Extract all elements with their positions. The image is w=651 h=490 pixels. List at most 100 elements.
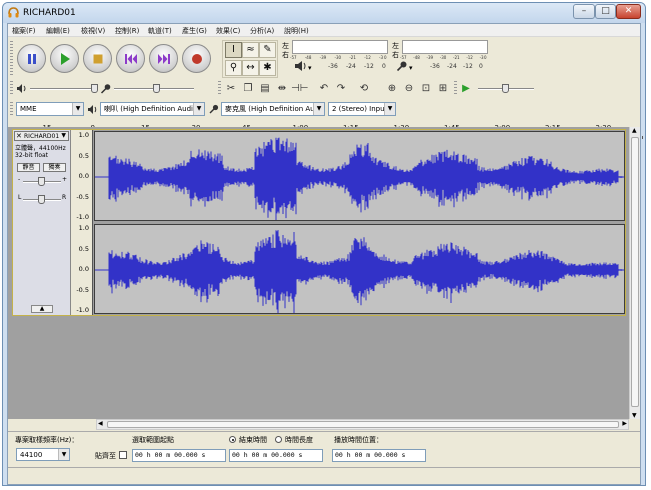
audio-host-select[interactable]: MME ▼ bbox=[16, 102, 84, 116]
skip-to-end-button[interactable] bbox=[149, 44, 178, 73]
fit-project-button[interactable]: ⊞ bbox=[435, 81, 451, 96]
project-rate-select[interactable]: 44100 ▼ bbox=[16, 448, 70, 461]
menu-help[interactable]: 說明(H) bbox=[284, 26, 309, 36]
sync-lock-button[interactable]: ⟲ bbox=[356, 81, 372, 96]
track-control-panel: ✕ RICHARD01 ▼ 立體聲，44100Hz 32-bit float 靜… bbox=[13, 130, 71, 315]
left-channel-waveform[interactable] bbox=[94, 131, 625, 221]
selection-tool[interactable]: I bbox=[225, 42, 242, 58]
play-button[interactable] bbox=[50, 44, 79, 73]
meter-toolbar: 左 右 左 右 ▾ -36 -24 -12 0 ▾ -36 -24 -12 0 … bbox=[280, 40, 490, 78]
envelope-tool[interactable]: ≈ bbox=[242, 42, 259, 58]
play-at-speed-button[interactable]: ▶ bbox=[458, 81, 474, 96]
track-format-info: 立體聲，44100Hz bbox=[15, 145, 66, 152]
output-volume-thumb[interactable] bbox=[91, 84, 98, 93]
menu-generate[interactable]: 產生(G) bbox=[182, 26, 207, 36]
track-menu-chevron-icon[interactable]: ▼ bbox=[61, 132, 66, 139]
fit-selection-button[interactable]: ⊡ bbox=[418, 81, 434, 96]
cut-button[interactable]: ✂ bbox=[223, 81, 239, 96]
track-header: ✕ RICHARD01 ▼ bbox=[14, 131, 69, 141]
output-device-select[interactable]: 喇叭 (High Definition Audio ▼ bbox=[100, 102, 205, 116]
menu-edit[interactable]: 編輯(E) bbox=[46, 26, 70, 36]
output-volume-slider[interactable] bbox=[30, 88, 98, 90]
pause-button[interactable] bbox=[17, 44, 46, 73]
skip-to-start-button[interactable] bbox=[116, 44, 145, 73]
playback-meter-dropdown[interactable]: ▾ bbox=[308, 64, 312, 72]
toolbar-area: I ≈ ✎ ⚲ ↔ ✱ 左 右 左 右 ▾ -36 -24 -12 0 ▾ -3… bbox=[8, 38, 643, 140]
audio-track[interactable]: ✕ RICHARD01 ▼ 立體聲，44100Hz 32-bit float 靜… bbox=[12, 129, 626, 316]
stop-button[interactable] bbox=[83, 44, 112, 73]
input-volume-icon bbox=[100, 84, 111, 94]
playback-meter[interactable] bbox=[292, 40, 388, 54]
toolbar-grip[interactable] bbox=[10, 102, 13, 116]
redo-button[interactable]: ↷ bbox=[333, 81, 349, 96]
envelope-icon: ≈ bbox=[246, 44, 255, 55]
vertical-scrollbar[interactable]: ▲ ▼ bbox=[629, 127, 640, 419]
track-vertical-ruler[interactable]: 1.0 0.5 0.0 -0.5 -1.0 1.0 0.5 0.0 -0.5 -1.0 bbox=[71, 130, 93, 315]
meter-scale-label: -21 bbox=[349, 55, 356, 60]
app-window: RICHARD01 – □ ✕ 檔案(F) 編輯(E) 檢視(V) 控制(R) … bbox=[2, 2, 646, 486]
multi-tool[interactable]: ✱ bbox=[259, 60, 276, 76]
pencil-icon: ✎ bbox=[263, 44, 272, 55]
input-volume-thumb[interactable] bbox=[153, 84, 160, 93]
paste-button[interactable]: ▤ bbox=[257, 81, 273, 96]
toolbar-grip[interactable] bbox=[218, 81, 221, 96]
solo-button[interactable]: 獨奏 bbox=[43, 163, 66, 172]
zoom-in-icon: ⊕ bbox=[387, 83, 397, 94]
track-name[interactable]: RICHARD01 bbox=[24, 133, 59, 140]
menu-control[interactable]: 控制(R) bbox=[115, 26, 139, 36]
collapse-track-button[interactable]: ▲ bbox=[31, 305, 53, 313]
copy-button[interactable]: ❐ bbox=[240, 81, 256, 96]
zoom-in-button[interactable]: ⊕ bbox=[384, 81, 400, 96]
record-meter[interactable] bbox=[402, 40, 488, 54]
scroll-up-icon[interactable]: ▲ bbox=[632, 127, 637, 134]
scroll-down-icon[interactable]: ▼ bbox=[632, 412, 637, 419]
menu-effect[interactable]: 效果(C) bbox=[216, 26, 240, 36]
menu-analyze[interactable]: 分析(A) bbox=[250, 26, 274, 36]
right-channel-waveform[interactable] bbox=[94, 224, 625, 314]
trim-button[interactable]: ⇹ bbox=[274, 81, 290, 96]
maximize-button[interactable]: □ bbox=[595, 4, 616, 19]
horizontal-scroll-thumb[interactable] bbox=[107, 421, 619, 428]
selection-end-time[interactable]: 00 h 00 m 00.000 s bbox=[229, 449, 323, 462]
play-speed-thumb[interactable] bbox=[502, 84, 509, 93]
chevron-up-icon: ▲ bbox=[39, 305, 45, 312]
silence-button[interactable]: ⊣⊢ bbox=[291, 81, 308, 96]
draw-tool[interactable]: ✎ bbox=[259, 42, 276, 58]
meter-scale-label: 0 bbox=[484, 55, 487, 60]
gain-thumb[interactable] bbox=[38, 177, 45, 186]
toolbar-grip[interactable] bbox=[10, 81, 13, 96]
input-device-select[interactable]: 麥克風 (High Definition Au ▼ bbox=[221, 102, 325, 116]
horizontal-scrollbar[interactable]: ◀ ▶ bbox=[96, 419, 629, 430]
timeshift-tool[interactable]: ↔ bbox=[242, 60, 259, 76]
record-meter-dropdown[interactable]: ▾ bbox=[409, 64, 413, 72]
cut-icon: ✂ bbox=[226, 83, 236, 94]
pan-thumb[interactable] bbox=[38, 195, 45, 204]
length-radio[interactable] bbox=[275, 436, 282, 443]
mute-button[interactable]: 靜音 bbox=[17, 163, 40, 172]
menu-view[interactable]: 檢視(V) bbox=[81, 26, 105, 36]
record-button[interactable] bbox=[182, 44, 211, 73]
out-scale-2: -24 bbox=[346, 63, 356, 70]
close-track-icon[interactable]: ✕ bbox=[16, 132, 22, 140]
scroll-right-icon[interactable]: ▶ bbox=[622, 420, 627, 427]
minimize-button[interactable]: – bbox=[573, 4, 595, 19]
zoom-tool[interactable]: ⚲ bbox=[225, 60, 242, 76]
toolbar-grip[interactable] bbox=[454, 81, 457, 96]
close-button[interactable]: ✕ bbox=[616, 4, 641, 19]
zoom-out-button[interactable]: ⊖ bbox=[401, 81, 417, 96]
selection-start-time[interactable]: 00 h 00 m 00.000 s bbox=[132, 449, 226, 462]
menu-file[interactable]: 檔案(F) bbox=[12, 26, 36, 36]
toolbar-grip[interactable] bbox=[10, 41, 13, 75]
vertical-scroll-thumb[interactable] bbox=[631, 137, 639, 407]
audio-position-time[interactable]: 00 h 00 m 00.000 s bbox=[332, 449, 426, 462]
input-channels-select[interactable]: 2 (Stereo) Inpu ▼ bbox=[328, 102, 396, 116]
title-bar[interactable]: RICHARD01 – □ ✕ bbox=[3, 3, 645, 23]
end-time-radio[interactable] bbox=[229, 436, 236, 443]
snap-to-checkbox[interactable] bbox=[119, 451, 127, 459]
scroll-left-icon[interactable]: ◀ bbox=[98, 420, 103, 427]
play-icon: ▶ bbox=[462, 83, 470, 94]
undo-button[interactable]: ↶ bbox=[316, 81, 332, 96]
menu-bar: 檔案(F) 編輯(E) 檢視(V) 控制(R) 軌道(T) 產生(G) 效果(C… bbox=[8, 24, 640, 37]
track-area[interactable]: ✕ RICHARD01 ▼ 立體聲，44100Hz 32-bit float 靜… bbox=[8, 127, 629, 419]
menu-tracks[interactable]: 軌道(T) bbox=[148, 26, 172, 36]
